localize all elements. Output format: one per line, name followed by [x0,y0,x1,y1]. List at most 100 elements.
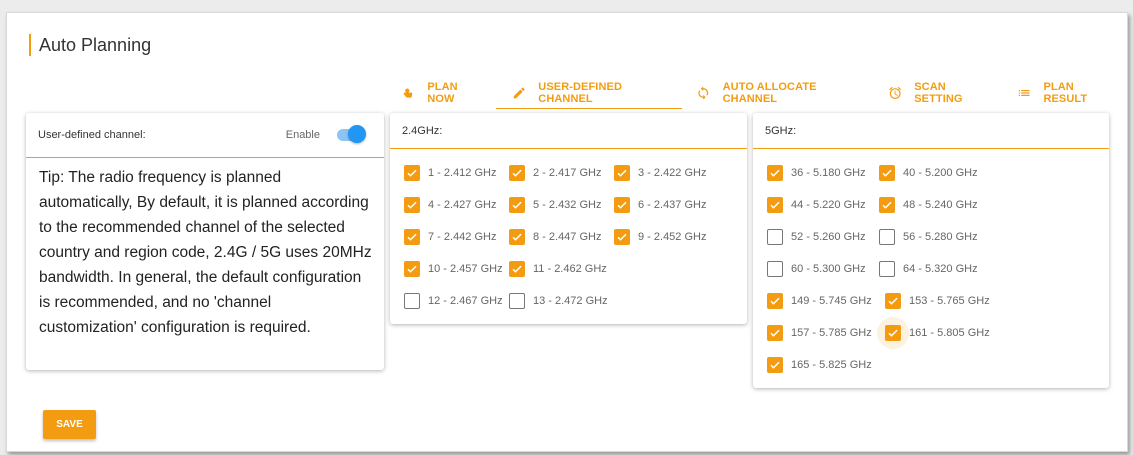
channel-row: 44 - 5.220 GHz 48 - 5.240 GHz [767,189,1109,221]
channel-row: 157 - 5.785 GHz 161 - 5.805 GHz [767,317,1109,349]
channel-label: 36 - 5.180 GHz [791,167,866,179]
channel-label: 157 - 5.785 GHz [791,327,872,339]
channel-11-checkbox[interactable]: 11 - 2.462 GHz [509,261,614,277]
channel-label: 4 - 2.427 GHz [428,199,497,211]
channel-row: 10 - 2.457 GHz 11 - 2.462 GHz [404,253,747,285]
channel-2-checkbox[interactable]: 2 - 2.417 GHz [509,165,614,181]
checkbox-checked-icon [767,165,783,181]
channel-label: 9 - 2.452 GHz [638,231,707,243]
channel-label: 161 - 5.805 GHz [909,327,990,339]
channel-label: 12 - 2.467 GHz [428,295,503,307]
channel-48-checkbox[interactable]: 48 - 5.240 GHz [879,197,991,213]
channel-label: 6 - 2.437 GHz [638,199,707,211]
tab-auto-allocate-channel-label: AUTO ALLOCATE CHANNEL [722,81,817,105]
list-icon [1018,90,1030,96]
band-5-label: 5GHz: [765,124,797,137]
channel-149-checkbox[interactable]: 149 - 5.745 GHz [767,293,885,309]
band-5-card: 5GHz: 36 - 5.180 GHz 40 - 5.200 GHz 44 -… [753,113,1109,388]
channel-row: 60 - 5.300 GHz 64 - 5.320 GHz [767,253,1109,285]
band-5-grid: 36 - 5.180 GHz 40 - 5.200 GHz 44 - 5.220… [753,149,1109,381]
sync-icon [698,86,709,100]
focus-halo [877,317,909,349]
channel-161-checkbox[interactable]: 161 - 5.805 GHz [877,317,1003,349]
channel-label: 149 - 5.745 GHz [791,295,872,307]
tab-plan-result-label: PLAN RESULT [1043,81,1088,105]
channel-165-checkbox[interactable]: 165 - 5.825 GHz [767,357,885,373]
channel-5-checkbox[interactable]: 5 - 2.432 GHz [509,197,614,213]
channel-label: 60 - 5.300 GHz [791,263,866,275]
channel-label: 64 - 5.320 GHz [903,263,978,275]
checkbox-checked-icon [404,229,420,245]
channel-7-checkbox[interactable]: 7 - 2.442 GHz [404,229,509,245]
band-24-grid: 1 - 2.412 GHz 2 - 2.417 GHz 3 - 2.422 GH… [390,149,747,317]
channel-label: 5 - 2.432 GHz [533,199,602,211]
tip-text: Tip: The radio frequency is planned auto… [39,169,372,336]
channel-row: 7 - 2.442 GHz 8 - 2.447 GHz 9 - 2.452 GH… [404,221,747,253]
channel-60-checkbox[interactable]: 60 - 5.300 GHz [767,261,879,277]
channel-64-checkbox[interactable]: 64 - 5.320 GHz [879,261,991,277]
channel-row: 149 - 5.745 GHz 153 - 5.765 GHz [767,285,1109,317]
channel-row: 12 - 2.467 GHz 13 - 2.472 GHz [404,285,747,317]
channel-36-checkbox[interactable]: 36 - 5.180 GHz [767,165,879,181]
checkbox-unchecked-icon [767,261,783,277]
checkbox-checked-icon [404,261,420,277]
channel-52-checkbox[interactable]: 52 - 5.260 GHz [767,229,879,245]
channel-157-checkbox[interactable]: 157 - 5.785 GHz [767,325,885,341]
channel-label: 56 - 5.280 GHz [903,231,978,243]
checkbox-checked-icon [509,229,525,245]
channel-153-checkbox[interactable]: 153 - 5.765 GHz [885,293,1003,309]
band-24-header: 2.4GHz: [390,113,747,149]
channel-44-checkbox[interactable]: 44 - 5.220 GHz [767,197,879,213]
channel-40-checkbox[interactable]: 40 - 5.200 GHz [879,165,991,181]
checkbox-unchecked-icon [404,293,420,309]
checkbox-checked-icon [879,165,895,181]
band-24-label: 2.4GHz: [402,124,443,137]
tab-auto-allocate-channel[interactable]: AUTO ALLOCATE CHANNEL [682,77,874,109]
tab-bar: PLAN NOW USER-DEFINED CHANNEL AUTO ALLOC… [387,77,1127,109]
channel-3-checkbox[interactable]: 3 - 2.422 GHz [614,165,719,181]
channel-8-checkbox[interactable]: 8 - 2.447 GHz [509,229,614,245]
channel-row: 52 - 5.260 GHz 56 - 5.280 GHz [767,221,1109,253]
enable-label: Enable [285,129,320,141]
channel-label: 52 - 5.260 GHz [791,231,866,243]
channel-row: 4 - 2.427 GHz 5 - 2.432 GHz 6 - 2.437 GH… [404,189,747,221]
tab-scan-setting[interactable]: SCAN SETTING [874,77,1003,109]
tab-plan-now-label: PLAN NOW [427,81,458,105]
tab-plan-result[interactable]: PLAN RESULT [1003,77,1127,109]
checkbox-checked-icon [885,293,901,309]
checkbox-unchecked-icon [879,229,895,245]
checkbox-checked-icon [614,229,630,245]
user-defined-card: User-defined channel: Enable Tip: The ra… [26,113,384,370]
checkbox-checked-icon [614,165,630,181]
channel-6-checkbox[interactable]: 6 - 2.437 GHz [614,197,719,213]
page-title: Auto Planning [29,34,151,56]
tab-scan-setting-label: SCAN SETTING [914,81,963,105]
toggle-knob [348,125,366,143]
channel-row: 36 - 5.180 GHz 40 - 5.200 GHz [767,157,1109,189]
channel-56-checkbox[interactable]: 56 - 5.280 GHz [879,229,991,245]
channel-1-checkbox[interactable]: 1 - 2.412 GHz [404,165,509,181]
checkbox-checked-icon [879,197,895,213]
save-button[interactable]: SAVE [43,410,96,439]
channel-label: 7 - 2.442 GHz [428,231,497,243]
checkbox-checked-icon [509,197,525,213]
channel-label: 165 - 5.825 GHz [791,359,872,371]
channel-10-checkbox[interactable]: 10 - 2.457 GHz [404,261,509,277]
pencil-icon [513,87,525,98]
channel-label: 44 - 5.220 GHz [791,199,866,211]
channel-row: 165 - 5.825 GHz [767,349,1109,381]
tab-user-defined-channel-label: USER-DEFINED CHANNEL [538,80,622,105]
channel-4-checkbox[interactable]: 4 - 2.427 GHz [404,197,509,213]
tab-user-defined-channel[interactable]: USER-DEFINED CHANNEL [495,77,683,109]
channel-9-checkbox[interactable]: 9 - 2.452 GHz [614,229,719,245]
band-5-header: 5GHz: [753,113,1109,149]
band-24-card: 2.4GHz: 1 - 2.412 GHz 2 - 2.417 GHz 3 - … [390,113,747,324]
channel-12-checkbox[interactable]: 12 - 2.467 GHz [404,293,509,309]
checkbox-checked-icon [767,357,783,373]
enable-toggle[interactable] [336,125,366,145]
tab-plan-now[interactable]: PLAN NOW [387,77,496,109]
channel-label: 11 - 2.462 GHz [533,263,607,275]
checkbox-checked-icon [614,197,630,213]
checkbox-unchecked-icon [767,229,783,245]
channel-13-checkbox[interactable]: 13 - 2.472 GHz [509,293,614,309]
